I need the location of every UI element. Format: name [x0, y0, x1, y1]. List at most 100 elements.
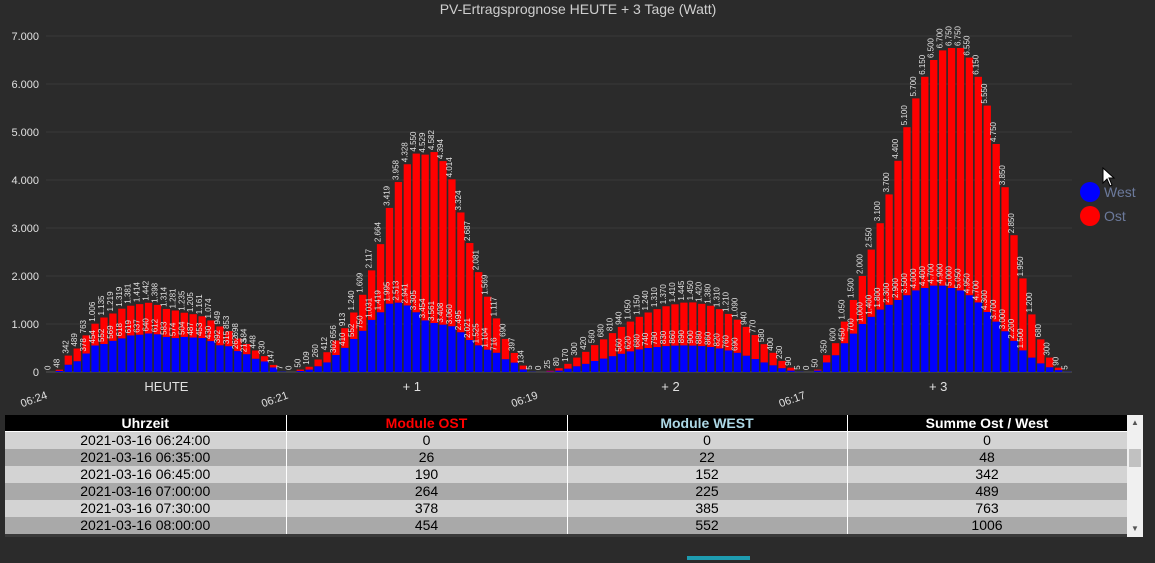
bar-west[interactable] [314, 366, 322, 372]
bar-west[interactable] [376, 312, 385, 372]
bar-west[interactable] [822, 362, 831, 372]
bar-west[interactable] [118, 338, 126, 372]
bar-west[interactable] [626, 351, 635, 372]
bar-west[interactable] [127, 335, 135, 372]
bar-west[interactable] [359, 330, 367, 372]
bar-west[interactable] [350, 338, 358, 372]
legend-marker-west[interactable] [1080, 182, 1100, 202]
bar-west[interactable] [787, 370, 795, 372]
bar-west[interactable] [82, 353, 90, 372]
bar-ost[interactable] [55, 369, 64, 371]
bar-west[interactable] [1019, 350, 1027, 372]
bar-ost[interactable] [564, 363, 572, 369]
forecast-table[interactable]: Uhrzeit Module OST Module WEST Summe Ost / … [5, 415, 1143, 537]
bar-ost[interactable] [64, 355, 72, 365]
bar-west[interactable] [1028, 357, 1036, 372]
bar-west[interactable] [956, 290, 965, 372]
bar-west[interactable] [724, 350, 733, 372]
bar-west[interactable] [742, 355, 751, 372]
bar-west[interactable] [698, 346, 706, 372]
bar-west[interactable] [573, 366, 581, 372]
bar-west[interactable] [439, 324, 447, 372]
bar-west[interactable] [885, 304, 893, 372]
column-header[interactable]: Module WEST [567, 415, 848, 432]
bar-ost[interactable] [555, 368, 563, 371]
bar-west[interactable] [367, 319, 376, 372]
bar-west[interactable] [412, 312, 420, 372]
scroll-down-arrow-icon[interactable]: ▼ [1127, 521, 1143, 537]
bar-west[interactable] [894, 300, 902, 372]
bar-west[interactable] [644, 348, 652, 372]
bar-west[interactable] [403, 305, 411, 372]
bar-ost[interactable] [421, 154, 429, 321]
bar-west[interactable] [760, 362, 768, 372]
bar-ost[interactable] [305, 366, 313, 370]
bar-west[interactable] [207, 341, 215, 372]
bar-west[interactable] [662, 346, 670, 372]
bar-west[interactable] [252, 358, 260, 372]
bar-ost[interactable] [412, 153, 420, 313]
bar-west[interactable] [73, 361, 81, 372]
bar-west[interactable] [341, 347, 349, 372]
bar-west[interactable] [849, 333, 858, 372]
bar-west[interactable] [198, 338, 206, 372]
table-scrollbar[interactable]: ▲ ▼ [1127, 415, 1143, 537]
bar-west[interactable] [144, 333, 153, 372]
bar-west[interactable] [689, 345, 697, 372]
bar-west[interactable] [733, 352, 742, 372]
bar-ost[interactable] [591, 345, 599, 361]
column-header[interactable]: Summe Ost / West [847, 415, 1128, 432]
bar-west[interactable] [385, 303, 394, 372]
bar-ost[interactable] [546, 370, 554, 372]
bar-ost[interactable] [814, 369, 822, 371]
bar-ost[interactable] [296, 369, 304, 371]
bar-ost[interactable] [822, 355, 831, 363]
bar-west[interactable] [1046, 367, 1054, 372]
scroll-up-arrow-icon[interactable]: ▲ [1127, 415, 1143, 431]
bar-west[interactable] [867, 316, 875, 372]
bar-west[interactable] [91, 345, 99, 372]
bar-west[interactable] [421, 320, 429, 372]
bar-west[interactable] [323, 362, 331, 372]
table-row[interactable]: 2021-03-16 08:00:00 454 552 1006 [5, 517, 1128, 534]
bar-west[interactable] [778, 368, 786, 372]
bar-west[interactable] [216, 345, 224, 372]
bar-ost[interactable] [930, 60, 938, 286]
bar-west[interactable] [501, 359, 510, 372]
bar-west[interactable] [653, 347, 661, 372]
bar-ost[interactable] [912, 98, 920, 291]
bar-west[interactable] [912, 290, 920, 372]
bar-ost[interactable] [314, 359, 322, 367]
bar-west[interactable] [475, 345, 483, 372]
bar-west[interactable] [582, 363, 590, 372]
bar-west[interactable] [930, 285, 938, 372]
table-row[interactable]: 2021-03-16 07:30:00 378 385 763 [5, 500, 1128, 517]
bar-west[interactable] [938, 285, 947, 372]
bar-west[interactable] [965, 295, 974, 372]
bar-west[interactable] [974, 302, 982, 372]
bar-ost[interactable] [921, 76, 929, 288]
bar-west[interactable] [180, 336, 188, 372]
bar-west[interactable] [171, 338, 180, 372]
bar-west[interactable] [448, 326, 456, 372]
bar-ost[interactable] [430, 152, 438, 323]
bar-west[interactable] [751, 359, 759, 372]
bar-west[interactable] [769, 365, 777, 372]
bar-west[interactable] [983, 312, 991, 372]
table-row[interactable]: 2021-03-16 06:35:00 26 22 48 [5, 449, 1128, 466]
legend-marker-ost[interactable] [1080, 206, 1100, 226]
bar-west[interactable] [564, 368, 572, 372]
bar-west[interactable] [466, 340, 474, 372]
bar-ost[interactable] [947, 48, 956, 288]
bar-west[interactable] [234, 351, 242, 372]
bar-west[interactable] [599, 358, 608, 372]
bar-west[interactable] [680, 345, 688, 372]
bar-west[interactable] [555, 370, 563, 372]
bar-west[interactable] [840, 343, 849, 372]
table-row[interactable]: 2021-03-16 06:24:00 0 0 0 [5, 431, 1128, 449]
bar-west[interactable] [608, 356, 617, 372]
bar-ost[interactable] [974, 76, 982, 303]
bar-ost[interactable] [938, 50, 947, 286]
scroll-thumb[interactable] [1129, 449, 1141, 467]
bar-west[interactable] [430, 322, 438, 372]
